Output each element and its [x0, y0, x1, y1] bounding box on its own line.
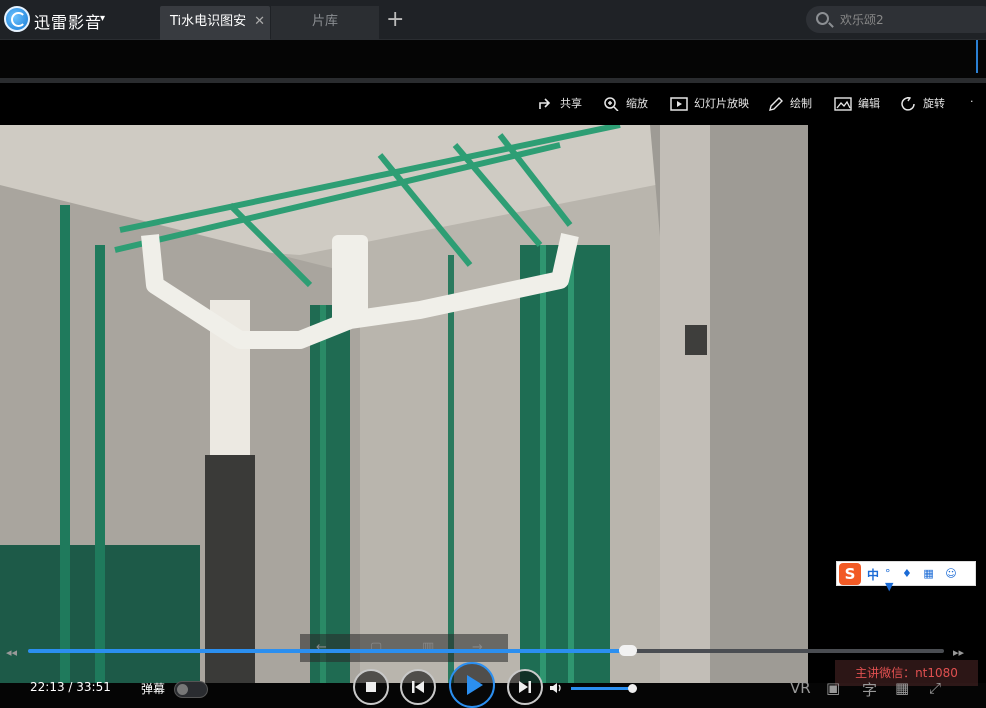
layout-icon[interactable]: ▦ — [895, 679, 909, 697]
playback-controls: ← ▢ ▥ → ◂◂ ▸▸ 22:13 / 33:51 弹幕 主讲微信：nt10… — [0, 634, 986, 708]
draw-icon — [769, 97, 783, 111]
edit-image-icon — [834, 97, 852, 111]
zoom-button[interactable]: 缩放 — [604, 95, 648, 111]
draw-button[interactable]: 绘制 — [768, 95, 812, 111]
image-toolbar: 共享 缩放 幻灯片放映 绘制 编辑 旋转 · — [0, 83, 986, 125]
zoom-label: 缩放 — [626, 97, 648, 110]
edit-label: 编辑 — [858, 97, 880, 110]
more-button[interactable]: · — [970, 95, 974, 108]
share-button[interactable]: 共享 — [538, 95, 582, 111]
volume-knob[interactable] — [627, 684, 637, 693]
overlay-toolbar: ← ▢ ▥ → — [300, 634, 508, 662]
thunder-logo-icon[interactable] — [4, 6, 30, 32]
draw-label: 绘制 — [790, 97, 812, 110]
slideshow-button[interactable]: 幻灯片放映 — [670, 95, 749, 111]
tab-video[interactable]: Ti水电识图安 ✕ — [160, 6, 270, 40]
rewind-icon[interactable]: ◂◂ — [6, 646, 17, 659]
zoom-icon — [604, 97, 619, 111]
video-frame[interactable] — [0, 125, 808, 683]
vr-button[interactable]: VR — [790, 679, 811, 697]
slideshow-label: 幻灯片放映 — [694, 97, 749, 110]
slideshow-icon — [670, 97, 688, 111]
title-bar: 迅雷影音 ▾ Ti水电识图安 ✕ 片库 + 欢乐颂2 — [0, 0, 986, 40]
add-tab-icon[interactable]: + — [386, 8, 404, 32]
previous-button[interactable] — [400, 669, 436, 705]
progress-bar[interactable] — [28, 645, 944, 656]
volume-fill — [571, 687, 632, 690]
rotate-label: 旋转 — [923, 97, 945, 110]
ime-tools-icon[interactable]: ° ♦ ▦ ☺ ▼ — [885, 567, 975, 593]
volume-icon[interactable] — [549, 681, 563, 695]
share-label: 共享 — [560, 97, 582, 110]
stop-button[interactable] — [353, 669, 389, 705]
share-icon — [539, 98, 551, 109]
more-icon: · — [970, 95, 974, 108]
danmu-toggle[interactable] — [174, 681, 208, 698]
search-placeholder: 欢乐颂2 — [840, 13, 884, 27]
volume-slider[interactable] — [571, 684, 637, 693]
fullscreen-icon[interactable]: ⤢ — [929, 679, 941, 697]
scroll-indicator — [976, 40, 978, 73]
tab-label: Ti水电识图安 — [170, 14, 247, 29]
subtitle-button[interactable]: 字 — [862, 679, 877, 700]
next-icon — [519, 681, 531, 693]
next-button[interactable] — [507, 669, 543, 705]
top-strip — [0, 40, 986, 78]
tab-library[interactable]: 片库 — [271, 6, 379, 40]
edit-button[interactable]: 编辑 — [834, 95, 880, 111]
rotate-icon — [901, 97, 915, 111]
search-icon[interactable] — [816, 12, 829, 25]
progress-fill — [28, 649, 628, 653]
play-button[interactable] — [449, 662, 495, 708]
app-name[interactable]: 迅雷影音 — [34, 9, 102, 33]
player-window: 迅雷影音 ▾ Ti水电识图安 ✕ 片库 + 欢乐颂2 共享 缩放 幻灯片放映 绘… — [0, 0, 986, 708]
forward-icon[interactable]: ▸▸ — [953, 646, 964, 659]
screenshot-icon[interactable]: ▣ — [826, 679, 840, 697]
time-display: 22:13 / 33:51 — [30, 680, 111, 694]
ime-mode[interactable]: 中 — [867, 566, 879, 583]
progress-knob[interactable] — [618, 645, 637, 656]
search-input[interactable]: 欢乐颂2 — [806, 6, 986, 33]
tab-label: 片库 — [311, 14, 338, 29]
tab-close-icon[interactable]: ✕ — [254, 6, 265, 38]
danmu-label: 弹幕 — [141, 682, 166, 696]
previous-icon — [412, 681, 424, 693]
sogou-logo-icon[interactable]: S — [839, 563, 861, 585]
rotate-button[interactable]: 旋转 — [901, 95, 945, 111]
app-menu-caret-icon[interactable]: ▾ — [100, 13, 105, 24]
ime-toolbar[interactable]: S 中 ° ♦ ▦ ☺ ▼ — [836, 561, 976, 593]
